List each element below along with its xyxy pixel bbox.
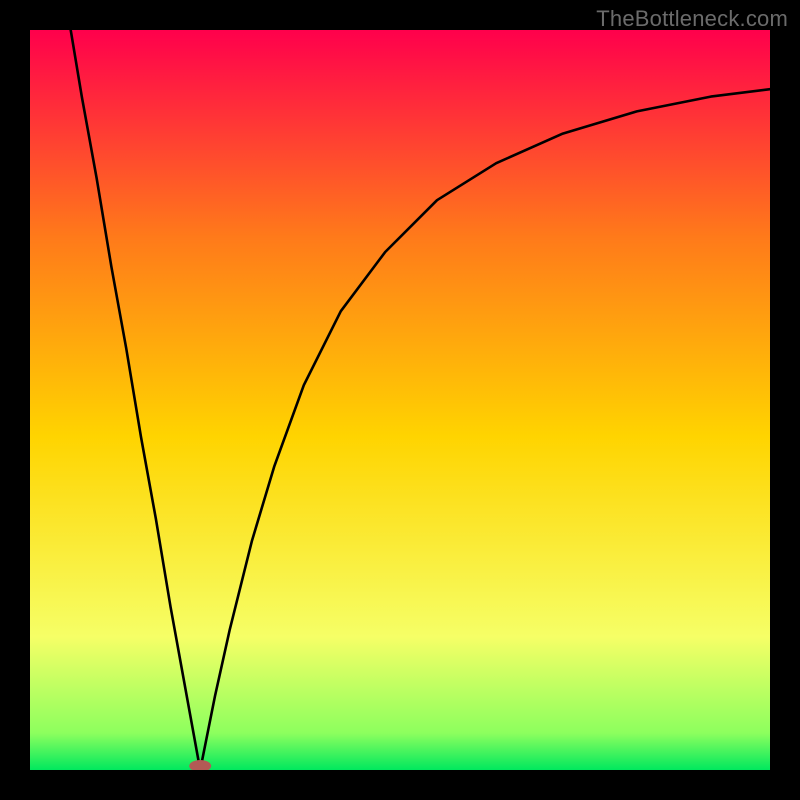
watermark-text: TheBottleneck.com — [596, 6, 788, 32]
chart-frame: TheBottleneck.com — [0, 0, 800, 800]
plot-area — [30, 30, 770, 770]
chart-svg — [30, 30, 770, 770]
gradient-background — [30, 30, 770, 770]
